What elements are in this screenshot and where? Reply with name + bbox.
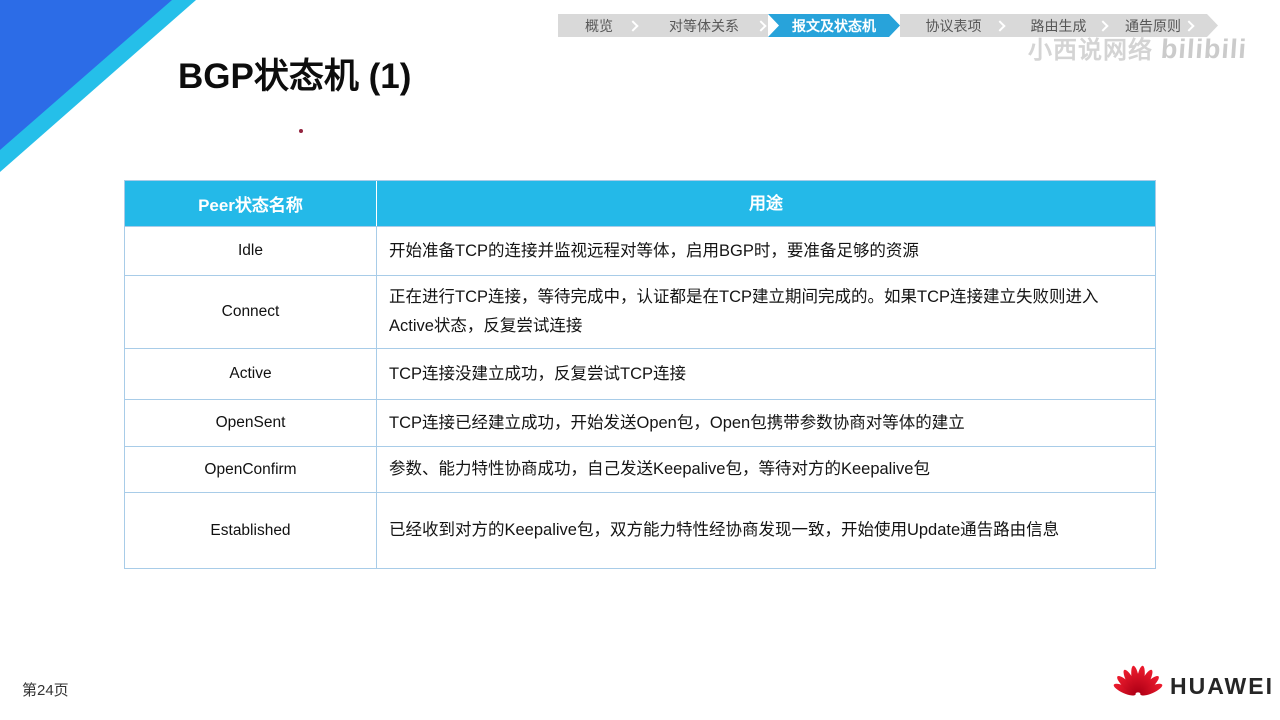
nav-item-label: 通告原则 — [1125, 17, 1181, 34]
state-cell: Idle — [125, 227, 377, 275]
desc-cell: 已经收到对方的Keepalive包，双方能力特性经协商发现一致，开始使用Upda… — [389, 521, 1060, 539]
nav-item-label: 对等体关系 — [669, 17, 739, 34]
nav-item-label: 概览 — [585, 17, 613, 34]
state-cell: Connect — [125, 276, 377, 348]
table-row: Connect 正在进行TCP连接，等待完成中，认证都是在TCP建立期间完成的。… — [125, 275, 1155, 348]
header-peer-state-name: Peer状态名称 — [125, 181, 377, 226]
table-row: OpenSent TCP连接已经建立成功，开始发送Open包，Open包携带参数… — [125, 399, 1155, 446]
nav-item-messages-state-machine: 报文及状态机 — [768, 14, 900, 37]
header-usage: 用途 — [749, 194, 783, 213]
nav-item-peer-relations: 对等体关系 — [640, 14, 768, 37]
state-cell: OpenConfirm — [125, 447, 377, 492]
nav-tail-arrow — [1196, 14, 1218, 37]
table-row: Active TCP连接没建立成功，反复尝试TCP连接 — [125, 348, 1155, 399]
breadcrumb-nav: 概览 对等体关系 报文及状态机 协议表项 路由生成 通告原则 — [558, 14, 1218, 37]
nav-item-advertising-rules: 通告原则 — [1110, 14, 1196, 37]
desc-cell: 参数、能力特性协商成功，自己发送Keepalive包，等待对方的Keepaliv… — [389, 460, 930, 478]
nav-item-route-generation: 路由生成 — [1007, 14, 1110, 37]
nav-item-protocol-entries: 协议表项 — [900, 14, 1007, 37]
bgp-state-table: Peer状态名称 用途 Idle 开始准备TCP的连接并监视远程对等体，启用BG… — [124, 180, 1156, 569]
desc-cell: 开始准备TCP的连接并监视远程对等体，启用BGP时，要准备足够的资源 — [389, 241, 919, 260]
bullet-dot — [299, 129, 303, 133]
state-cell: OpenSent — [125, 400, 377, 446]
state-cell: Established — [125, 493, 377, 568]
table-row: Established 已经收到对方的Keepalive包，双方能力特性经协商发… — [125, 492, 1155, 568]
slide: 概览 对等体关系 报文及状态机 协议表项 路由生成 通告原则 小西说网络 bil… — [0, 0, 1280, 720]
table-header-row: Peer状态名称 用途 — [125, 181, 1155, 226]
nav-item-label: 协议表项 — [925, 17, 982, 34]
nav-item-label: 报文及状态机 — [792, 17, 876, 34]
desc-cell: TCP连接没建立成功，反复尝试TCP连接 — [389, 364, 686, 383]
table-row: OpenConfirm 参数、能力特性协商成功，自己发送Keepalive包，等… — [125, 446, 1155, 492]
huawei-logo: HUAWEI — [1112, 662, 1274, 700]
nav-item-overview: 概览 — [558, 14, 640, 37]
page-number: 第24页 — [22, 682, 69, 699]
nav-item-label: 路由生成 — [1030, 17, 1087, 34]
table-row: Idle 开始准备TCP的连接并监视远程对等体，启用BGP时，要准备足够的资源 — [125, 226, 1155, 275]
state-cell: Active — [125, 349, 377, 399]
desc-cell: TCP连接已经建立成功，开始发送Open包，Open包携带参数协商对等体的建立 — [389, 413, 965, 432]
huawei-wordmark: HUAWEI — [1170, 672, 1274, 699]
corner-triangle-blue — [0, 0, 172, 150]
slide-title: BGP状态机 (1) — [178, 57, 412, 96]
desc-cell: 正在进行TCP连接，等待完成中，认证都是在TCP建立期间完成的。如果TCP连接建… — [389, 288, 1099, 335]
huawei-flower-icon — [1113, 665, 1163, 696]
bilibili-logo: bilibili — [1159, 34, 1249, 64]
